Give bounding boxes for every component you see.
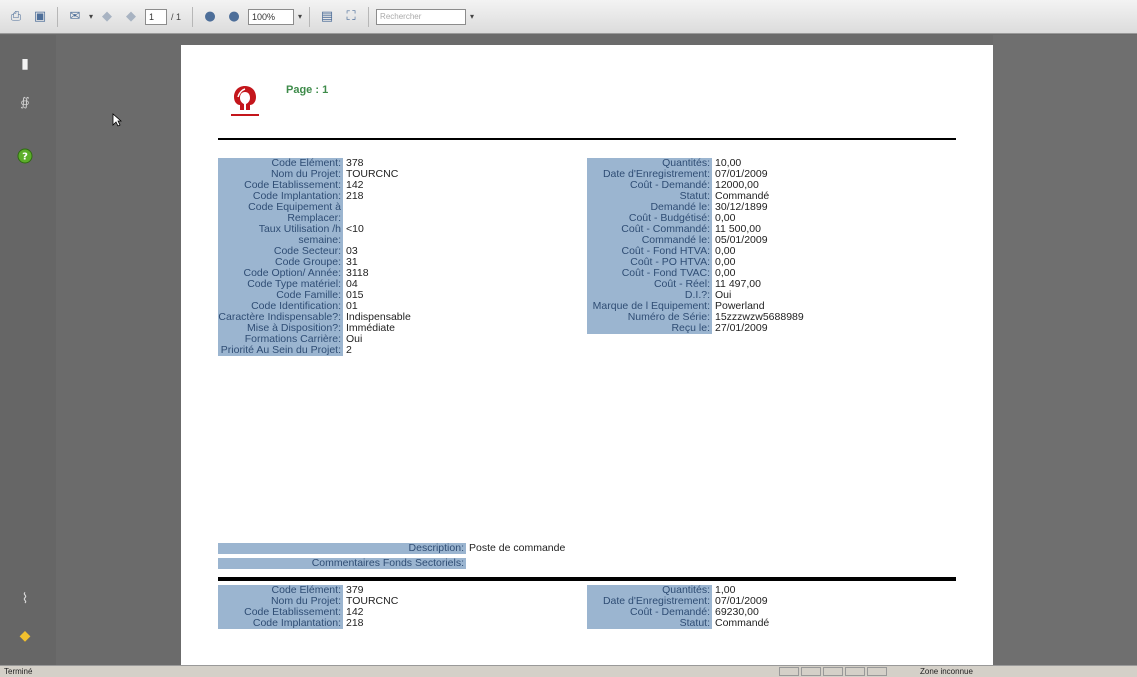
field-row: Code Implantation: 218 [218, 618, 498, 629]
viewer-background [993, 35, 1137, 665]
field-value: 27/01/2009 [715, 322, 768, 334]
svg-text:?: ? [22, 152, 28, 163]
field-row: Statut: Commandé [587, 618, 867, 629]
page-total-label: / 1 [171, 11, 182, 22]
fit-width-icon[interactable]: ▤ [317, 7, 337, 27]
record-2-right-fields: Quantités: 1,00 Date d'Enregistrement: 07/0… [587, 585, 867, 629]
cursor-icon [112, 113, 122, 127]
field-value: 218 [346, 617, 364, 629]
field-label: Priorité Au Sein du Projet: [218, 345, 343, 356]
save-icon[interactable]: ▣ [30, 7, 50, 27]
field-value: Commandé [715, 617, 770, 629]
zoom-in-icon[interactable]: ● [224, 7, 244, 27]
field-row: Reçu le: 27/01/2009 [587, 323, 867, 334]
toolbar-divider [309, 6, 311, 27]
field-label: Code Implantation: [218, 618, 343, 629]
binoculars-icon[interactable]: ∯ [16, 93, 34, 111]
chevron-down-icon[interactable]: ▾ [89, 12, 93, 21]
field-label: Statut: [587, 618, 712, 629]
field-row: Taux Utilisation /h semaine: <10 [218, 224, 498, 246]
previous-page-icon[interactable]: ◆ [97, 7, 117, 27]
navigation-sidebar: ▮ ∯ ? ⌇ ◆ [0, 35, 56, 665]
toolbar-divider [368, 6, 370, 27]
help-icon[interactable]: ? [16, 147, 34, 165]
paperclip-icon[interactable]: ⌇ [16, 590, 34, 608]
document-page: Page : 1 Code Elément: 378 Nom du Projet: T… [181, 45, 993, 665]
print-icon[interactable]: ⎙ [6, 7, 26, 27]
zoom-select[interactable]: 100% [248, 8, 295, 25]
comments-icon[interactable]: ◆ [16, 627, 34, 645]
record-1-left-fields: Code Elément: 378 Nom du Projet: TOURCNC Cod… [218, 158, 498, 356]
field-label: Taux Utilisation /h semaine: [218, 224, 343, 246]
field-row: Code Equipement à Remplacer: [218, 202, 498, 224]
company-logo [231, 86, 259, 116]
status-text: Terminé [4, 667, 33, 676]
header-rule [218, 138, 956, 140]
security-zone: Zone inconnue [920, 667, 973, 676]
pdf-toolbar: ⎙ ▣ ✉ ▾ ◆ ◆ 1 / 1 ● ● 100% ▾ ▤ ⛶ Recherc… [0, 0, 1137, 34]
toolbar-divider [57, 6, 58, 27]
description-row: Description: Poste de commande [218, 543, 565, 554]
status-bar: Terminé Zone inconnue [0, 665, 1137, 677]
description-value: Poste de commande [469, 542, 566, 554]
chevron-down-icon[interactable]: ▾ [470, 12, 474, 21]
status-panels [779, 667, 887, 676]
comments-row: Commentaires Fonds Sectoriels: [218, 558, 469, 569]
toolbar-divider [192, 6, 194, 27]
field-row: Priorité Au Sein du Projet: 2 [218, 345, 498, 356]
page-label: Page : 1 [286, 84, 329, 96]
field-label: Reçu le: [587, 323, 712, 334]
description-label: Description: [218, 543, 466, 554]
comments-label: Commentaires Fonds Sectoriels: [218, 558, 466, 569]
record-1-right-fields: Quantités: 10,00 Date d'Enregistrement: 07/… [587, 158, 867, 334]
field-value [343, 202, 346, 224]
email-icon[interactable]: ✉ [65, 7, 85, 27]
search-input[interactable]: Rechercher [376, 8, 467, 25]
record-separator [218, 577, 956, 581]
field-label: Code Equipement à Remplacer: [218, 202, 343, 224]
field-value: 2 [346, 344, 352, 356]
pages-icon[interactable]: ▮ [16, 55, 34, 73]
zoom-out-icon[interactable]: ● [200, 7, 220, 27]
field-value: <10 [346, 223, 364, 235]
field-row: Code Secteur: 03 [218, 246, 498, 257]
record-2-left-fields: Code Elément: 379 Nom du Projet: TOURCNC Cod… [218, 585, 498, 629]
field-value: 218 [346, 190, 364, 202]
chevron-down-icon[interactable]: ▾ [298, 12, 302, 21]
fit-page-icon[interactable]: ⛶ [341, 7, 361, 27]
page-number-input[interactable]: 1 [145, 8, 168, 25]
next-page-icon[interactable]: ◆ [121, 7, 141, 27]
comments-value [466, 558, 469, 569]
